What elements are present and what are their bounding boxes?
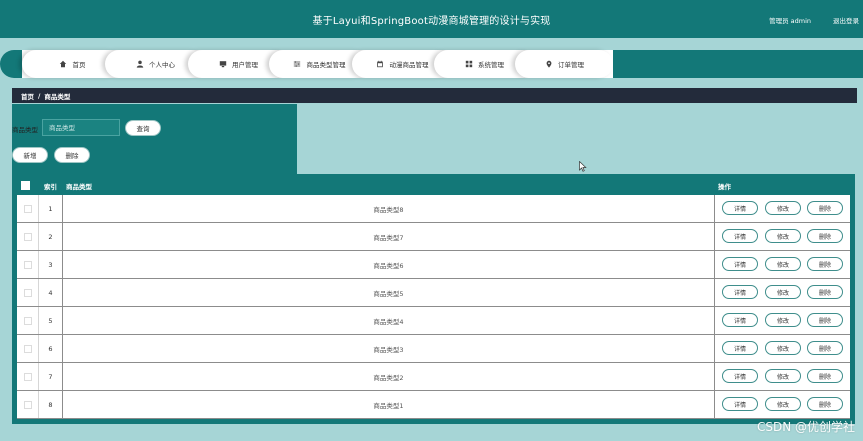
row-name: 商品类型1: [63, 391, 715, 418]
row-checkbox[interactable]: [23, 260, 32, 269]
header-ops: 操作: [718, 183, 731, 191]
row-checkbox[interactable]: [23, 372, 32, 381]
row-index: 7: [39, 363, 63, 390]
row-delete-button[interactable]: 删除: [807, 201, 843, 215]
edit-button[interactable]: 修改: [765, 313, 801, 327]
breadcrumb-current: 商品类型: [44, 92, 71, 101]
row-index: 1: [39, 195, 63, 222]
edit-button[interactable]: 修改: [765, 341, 801, 355]
table-row: 4 商品类型5 详情 修改 删除: [17, 279, 850, 307]
row-delete-button[interactable]: 删除: [807, 229, 843, 243]
row-checkbox[interactable]: [23, 316, 32, 325]
row-checkbox[interactable]: [23, 288, 32, 297]
delete-button[interactable]: 删除: [54, 147, 90, 163]
row-checkbox[interactable]: [23, 204, 32, 213]
edit-button[interactable]: 修改: [765, 201, 801, 215]
row-delete-button[interactable]: 删除: [807, 285, 843, 299]
table-row: 6 商品类型3 详情 修改 删除: [17, 335, 850, 363]
home-icon: [59, 60, 68, 69]
row-checkbox[interactable]: [23, 232, 32, 241]
table-row: 2 商品类型7 详情 修改 删除: [17, 223, 850, 251]
detail-button[interactable]: 详情: [722, 369, 758, 383]
row-name: 商品类型3: [63, 335, 715, 362]
monitor-icon: [218, 60, 227, 69]
search-button[interactable]: 查询: [125, 120, 161, 136]
table-row: 3 商品类型6 详情 修改 删除: [17, 251, 850, 279]
breadcrumb: 首页 / 商品类型: [12, 88, 857, 103]
nav-tab-label: 订单管理: [558, 61, 584, 69]
edit-button[interactable]: 修改: [765, 369, 801, 383]
header-name: 商品类型: [66, 183, 92, 191]
detail-button[interactable]: 详情: [722, 341, 758, 355]
table-row: 1 商品类型8 详情 修改 删除: [17, 195, 850, 223]
nav-tab-orders[interactable]: 订单管理: [515, 50, 613, 78]
grid-icon: [464, 60, 473, 69]
nav-tab-label: 动漫商品管理: [389, 61, 429, 69]
header-index: 索引: [44, 183, 57, 191]
edit-button[interactable]: 修改: [765, 229, 801, 243]
table-row: 8 商品类型1 详情 修改 删除: [17, 391, 850, 419]
row-index: 4: [39, 279, 63, 306]
row-name: 商品类型8: [63, 195, 715, 222]
data-table: 索引 商品类型 操作 1 商品类型8 详情 修改 删除 2 商品类型7 详情 修…: [12, 174, 855, 424]
main-nav: 首页 个人中心 用户管理 商品类型管理 动漫商品管理 系统管理 订单管理: [0, 50, 863, 78]
detail-button[interactable]: 详情: [722, 397, 758, 411]
row-name: 商品类型2: [63, 363, 715, 390]
row-index: 2: [39, 223, 63, 250]
row-delete-button[interactable]: 删除: [807, 257, 843, 271]
nav-tab-label: 用户管理: [232, 61, 258, 69]
detail-button[interactable]: 详情: [722, 285, 758, 299]
search-label: 商品类型: [12, 126, 38, 134]
mouse-cursor-icon: [579, 160, 587, 174]
row-delete-button[interactable]: 删除: [807, 313, 843, 327]
current-user-label: 管理员 admin: [769, 17, 811, 25]
table-body: 1 商品类型8 详情 修改 删除 2 商品类型7 详情 修改 删除 3 商品类型…: [17, 195, 850, 419]
user-icon: [135, 60, 144, 69]
table-row: 5 商品类型4 详情 修改 删除: [17, 307, 850, 335]
add-button[interactable]: 新增: [12, 147, 48, 163]
detail-button[interactable]: 详情: [722, 201, 758, 215]
calendar-icon: [376, 60, 385, 69]
row-index: 6: [39, 335, 63, 362]
row-checkbox[interactable]: [23, 400, 32, 409]
edit-button[interactable]: 修改: [765, 257, 801, 271]
detail-button[interactable]: 详情: [722, 313, 758, 327]
row-checkbox[interactable]: [23, 344, 32, 353]
app-title: 基于Layui和SpringBoot动漫商城管理的设计与实现: [312, 16, 551, 27]
sliders-icon: [293, 60, 302, 69]
row-name: 商品类型5: [63, 279, 715, 306]
row-name: 商品类型6: [63, 251, 715, 278]
row-delete-button[interactable]: 删除: [807, 341, 843, 355]
nav-tab-label: 首页: [72, 61, 86, 69]
watermark: CSDN @优创学社: [756, 420, 855, 434]
row-name: 商品类型4: [63, 307, 715, 334]
row-name: 商品类型7: [63, 223, 715, 250]
detail-button[interactable]: 详情: [722, 257, 758, 271]
edit-button[interactable]: 修改: [765, 397, 801, 411]
row-index: 3: [39, 251, 63, 278]
search-panel: [12, 104, 297, 176]
breadcrumb-separator: /: [38, 91, 41, 100]
row-index: 5: [39, 307, 63, 334]
row-index: 8: [39, 391, 63, 418]
row-delete-button[interactable]: 删除: [807, 369, 843, 383]
search-input[interactable]: [42, 119, 120, 136]
nav-tab-label: 系统管理: [478, 61, 504, 69]
breadcrumb-home[interactable]: 首页: [21, 91, 34, 101]
detail-button[interactable]: 详情: [722, 229, 758, 243]
table-row: 7 商品类型2 详情 修改 删除: [17, 363, 850, 391]
nav-tab-label: 个人中心: [149, 61, 175, 69]
table-header: 索引 商品类型 操作: [12, 174, 855, 195]
row-delete-button[interactable]: 删除: [807, 397, 843, 411]
top-header: 基于Layui和SpringBoot动漫商城管理的设计与实现 管理员 admin…: [0, 0, 863, 38]
edit-button[interactable]: 修改: [765, 285, 801, 299]
select-all-checkbox[interactable]: [21, 181, 30, 190]
pin-icon: [544, 60, 553, 69]
nav-tab-label: 商品类型管理: [306, 61, 346, 69]
logout-link[interactable]: 退出登录: [833, 15, 859, 25]
